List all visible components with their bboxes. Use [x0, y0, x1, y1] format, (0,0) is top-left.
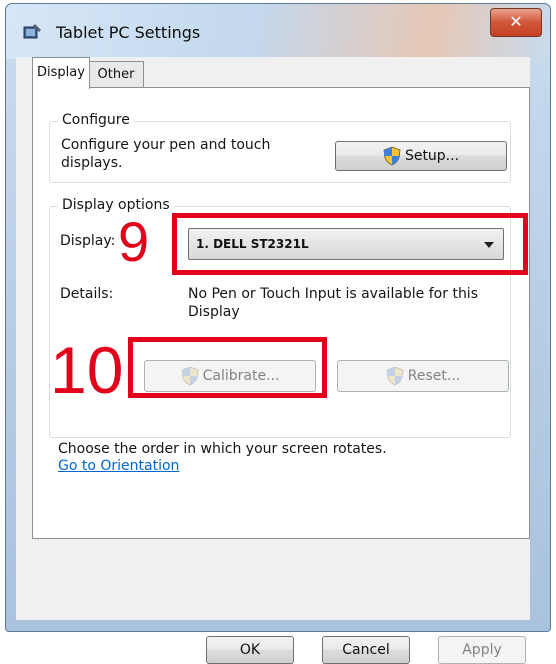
- window-title: Tablet PC Settings: [56, 23, 201, 42]
- title-bar[interactable]: Tablet PC Settings ✕: [6, 4, 550, 59]
- shield-icon: [383, 146, 401, 166]
- annotation-box-10: [128, 337, 327, 398]
- annotation-number-10: 10: [50, 333, 124, 407]
- setup-button[interactable]: Setup...: [335, 141, 507, 171]
- setup-button-label: Setup...: [404, 148, 460, 164]
- display-options-group-title: Display options: [58, 197, 174, 213]
- cancel-button[interactable]: Cancel: [322, 636, 410, 664]
- ok-button[interactable]: OK: [206, 636, 294, 664]
- details-value: No Pen or Touch Input is available for t…: [188, 286, 478, 320]
- configure-group: Configure Configure your pen and touch d…: [49, 112, 511, 183]
- orientation-description: Choose the order in which your screen ro…: [58, 441, 387, 457]
- configure-description: Configure your pen and touch displays.: [61, 137, 271, 171]
- shield-icon: [386, 366, 404, 386]
- display-tab-panel: Configure Configure your pen and touch d…: [32, 87, 530, 539]
- tab-other[interactable]: Other: [88, 61, 144, 88]
- tab-display[interactable]: Display: [32, 57, 90, 89]
- annotation-number-9: 9: [118, 210, 150, 273]
- ok-button-label: OK: [239, 642, 261, 658]
- tab-display-label: Display: [37, 65, 85, 80]
- details-label: Details:: [60, 286, 114, 302]
- reset-button-label: Reset...: [407, 368, 461, 384]
- apply-button-label: Apply: [462, 642, 502, 658]
- close-button[interactable]: ✕: [490, 8, 542, 37]
- tablet-pen-icon: [23, 24, 41, 39]
- configure-group-title: Configure: [58, 112, 134, 128]
- tab-other-label: Other: [97, 67, 135, 82]
- cancel-button-label: Cancel: [342, 642, 390, 658]
- reset-button[interactable]: Reset...: [337, 360, 509, 392]
- go-to-orientation-link[interactable]: Go to Orientation: [58, 458, 179, 474]
- annotation-box-9: [172, 213, 528, 275]
- close-icon: ✕: [509, 12, 523, 31]
- apply-button[interactable]: Apply: [438, 636, 526, 664]
- display-label: Display:: [60, 233, 116, 249]
